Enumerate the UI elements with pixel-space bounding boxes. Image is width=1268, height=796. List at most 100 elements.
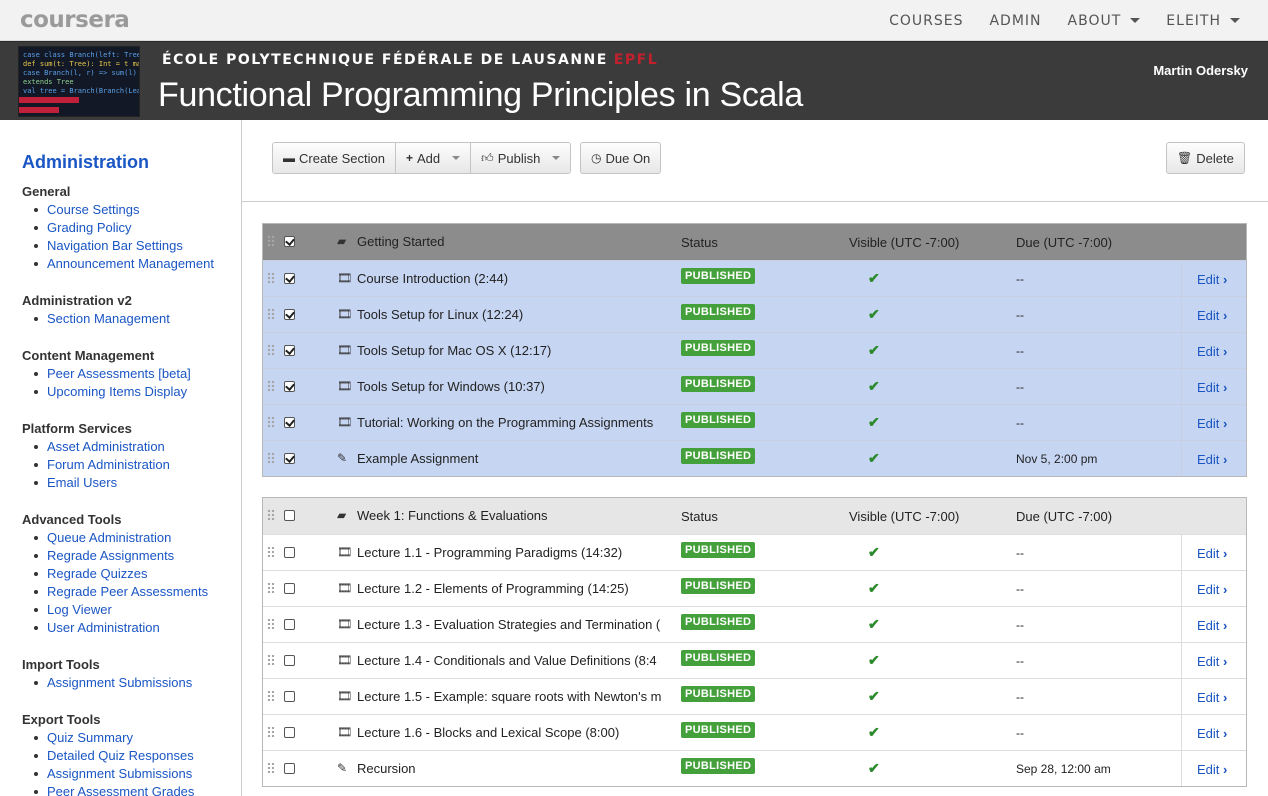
add-button[interactable]: + Add bbox=[395, 143, 471, 173]
delete-button[interactable]: 🗑︎ Delete bbox=[1166, 142, 1245, 174]
instructor-name[interactable]: Martin Odersky bbox=[1153, 63, 1248, 78]
section-title[interactable]: Week 1: Functions & Evaluations bbox=[357, 508, 661, 523]
create-section-button[interactable]: ▬ Create Section bbox=[273, 143, 395, 173]
sidebar-link[interactable]: Section Management bbox=[34, 310, 241, 328]
item-checkbox[interactable] bbox=[284, 547, 295, 558]
sidebar-link[interactable]: Regrade Assignments bbox=[34, 547, 241, 565]
item-checkbox[interactable] bbox=[284, 655, 295, 666]
sidebar-link[interactable]: Queue Administration bbox=[34, 529, 241, 547]
due-on-button[interactable]: ◷ Due On bbox=[580, 142, 662, 174]
item-checkbox[interactable] bbox=[284, 763, 295, 774]
item-title[interactable]: Tools Setup for Mac OS X (12:17) bbox=[357, 343, 661, 358]
status-badge: PUBLISHED bbox=[681, 650, 756, 666]
sidebar-link[interactable]: User Administration bbox=[34, 619, 241, 637]
edit-label: Edit bbox=[1197, 272, 1220, 287]
sidebar-link[interactable]: Peer Assessment Grades bbox=[34, 783, 241, 796]
coursera-logo[interactable]: coursera bbox=[20, 7, 130, 33]
edit-link[interactable]: Edit › bbox=[1181, 261, 1246, 296]
drag-handle-icon[interactable] bbox=[267, 308, 275, 320]
section-checkbox[interactable] bbox=[284, 236, 295, 247]
sidebar-link[interactable]: Navigation Bar Settings bbox=[34, 237, 241, 255]
edit-link[interactable]: Edit › bbox=[1181, 535, 1246, 570]
edit-link[interactable]: Edit › bbox=[1181, 607, 1246, 642]
item-row: 🎞︎ Lecture 1.6 - Blocks and Lexical Scope… bbox=[263, 714, 1246, 750]
drag-handle-icon[interactable] bbox=[267, 582, 275, 594]
item-title[interactable]: Recursion bbox=[357, 761, 661, 776]
edit-link[interactable]: Edit › bbox=[1181, 571, 1246, 606]
drag-handle-icon[interactable] bbox=[267, 380, 275, 392]
item-row: 🎞︎ Lecture 1.2 - Elements of Programming … bbox=[263, 570, 1246, 606]
item-title[interactable]: Lecture 1.2 - Elements of Programming (1… bbox=[357, 581, 661, 596]
item-checkbox[interactable] bbox=[284, 381, 295, 392]
item-checkbox[interactable] bbox=[284, 453, 295, 464]
course-thumbnail[interactable]: case class Branch(left: Tree, r def sum(… bbox=[18, 46, 140, 117]
sidebar-link[interactable]: Announcement Management bbox=[34, 255, 241, 273]
item-title[interactable]: Tools Setup for Windows (10:37) bbox=[357, 379, 661, 394]
section-title[interactable]: Getting Started bbox=[357, 234, 661, 249]
drag-handle-icon[interactable] bbox=[267, 546, 275, 558]
publish-button[interactable]: 👍︎ Publish bbox=[470, 143, 571, 173]
item-checkbox[interactable] bbox=[284, 727, 295, 738]
sidebar-link[interactable]: Email Users bbox=[34, 474, 241, 492]
item-checkbox[interactable] bbox=[284, 273, 295, 284]
item-title[interactable]: Lecture 1.5 - Example: square roots with… bbox=[357, 689, 661, 704]
sidebar-link[interactable]: Asset Administration bbox=[34, 438, 241, 456]
pencil-icon: ✎ bbox=[337, 761, 348, 775]
sidebar-link[interactable]: Upcoming Items Display bbox=[34, 383, 241, 401]
section-checkbox[interactable] bbox=[284, 510, 295, 521]
drag-handle-icon[interactable] bbox=[267, 452, 275, 464]
nav-about[interactable]: ABOUT bbox=[1068, 13, 1141, 29]
sidebar-link[interactable]: Grading Policy bbox=[34, 219, 241, 237]
item-title[interactable]: Lecture 1.6 - Blocks and Lexical Scope (… bbox=[357, 725, 661, 740]
drag-handle-icon[interactable] bbox=[267, 235, 275, 247]
item-title[interactable]: Tools Setup for Linux (12:24) bbox=[357, 307, 661, 322]
item-title[interactable]: Lecture 1.3 - Evaluation Strategies and … bbox=[357, 617, 661, 632]
nav-admin[interactable]: ADMIN bbox=[989, 13, 1041, 29]
sidebar-link[interactable]: Log Viewer bbox=[34, 601, 241, 619]
item-checkbox[interactable] bbox=[284, 417, 295, 428]
item-title[interactable]: Course Introduction (2:44) bbox=[357, 271, 661, 286]
item-checkbox[interactable] bbox=[284, 691, 295, 702]
sidebar-link[interactable]: Assignment Submissions bbox=[34, 765, 241, 783]
item-checkbox[interactable] bbox=[284, 619, 295, 630]
edit-link[interactable]: Edit › bbox=[1181, 369, 1246, 404]
drag-handle-icon[interactable] bbox=[267, 618, 275, 630]
sidebar-link[interactable]: Assignment Submissions bbox=[34, 674, 241, 692]
drag-handle-icon[interactable] bbox=[267, 416, 275, 428]
drag-handle-icon[interactable] bbox=[267, 344, 275, 356]
item-title[interactable]: Tutorial: Working on the Programming Ass… bbox=[357, 415, 661, 430]
drag-handle-icon[interactable] bbox=[267, 762, 275, 774]
edit-link[interactable]: Edit › bbox=[1181, 679, 1246, 714]
sidebar-link[interactable]: Forum Administration bbox=[34, 456, 241, 474]
sidebar-link[interactable]: Regrade Quizzes bbox=[34, 565, 241, 583]
sidebar-link[interactable]: Regrade Peer Assessments bbox=[34, 583, 241, 601]
item-checkbox[interactable] bbox=[284, 345, 295, 356]
item-title[interactable]: Lecture 1.1 - Programming Paradigms (14:… bbox=[357, 545, 661, 560]
edit-link[interactable]: Edit › bbox=[1181, 405, 1246, 440]
sidebar-link[interactable]: Detailed Quiz Responses bbox=[34, 747, 241, 765]
sidebar-link[interactable]: Peer Assessments [beta] bbox=[34, 365, 241, 383]
drag-handle-icon[interactable] bbox=[267, 509, 275, 521]
sidebar-link[interactable]: Quiz Summary bbox=[34, 729, 241, 747]
drag-handle-icon[interactable] bbox=[267, 726, 275, 738]
edit-link[interactable]: Edit › bbox=[1181, 297, 1246, 332]
nav-user-menu[interactable]: ELEITH bbox=[1166, 13, 1240, 29]
drag-handle-icon[interactable] bbox=[267, 654, 275, 666]
due-date: -- bbox=[1016, 344, 1024, 358]
edit-link[interactable]: Edit › bbox=[1181, 441, 1246, 476]
sidebar-title[interactable]: Administration bbox=[22, 152, 241, 173]
edit-link[interactable]: Edit › bbox=[1181, 715, 1246, 750]
item-checkbox[interactable] bbox=[284, 583, 295, 594]
item-title[interactable]: Example Assignment bbox=[357, 451, 661, 466]
edit-link[interactable]: Edit › bbox=[1181, 333, 1246, 368]
edit-link[interactable]: Edit › bbox=[1181, 643, 1246, 678]
item-title[interactable]: Lecture 1.4 - Conditionals and Value Def… bbox=[357, 653, 661, 668]
item-checkbox[interactable] bbox=[284, 309, 295, 320]
folder-open-icon: ▰ bbox=[337, 508, 347, 522]
drag-handle-icon[interactable] bbox=[267, 690, 275, 702]
edit-link[interactable]: Edit › bbox=[1181, 751, 1246, 786]
status-badge: PUBLISHED bbox=[681, 268, 756, 284]
nav-courses[interactable]: COURSES bbox=[889, 13, 963, 29]
sidebar-link[interactable]: Course Settings bbox=[34, 201, 241, 219]
drag-handle-icon[interactable] bbox=[267, 272, 275, 284]
